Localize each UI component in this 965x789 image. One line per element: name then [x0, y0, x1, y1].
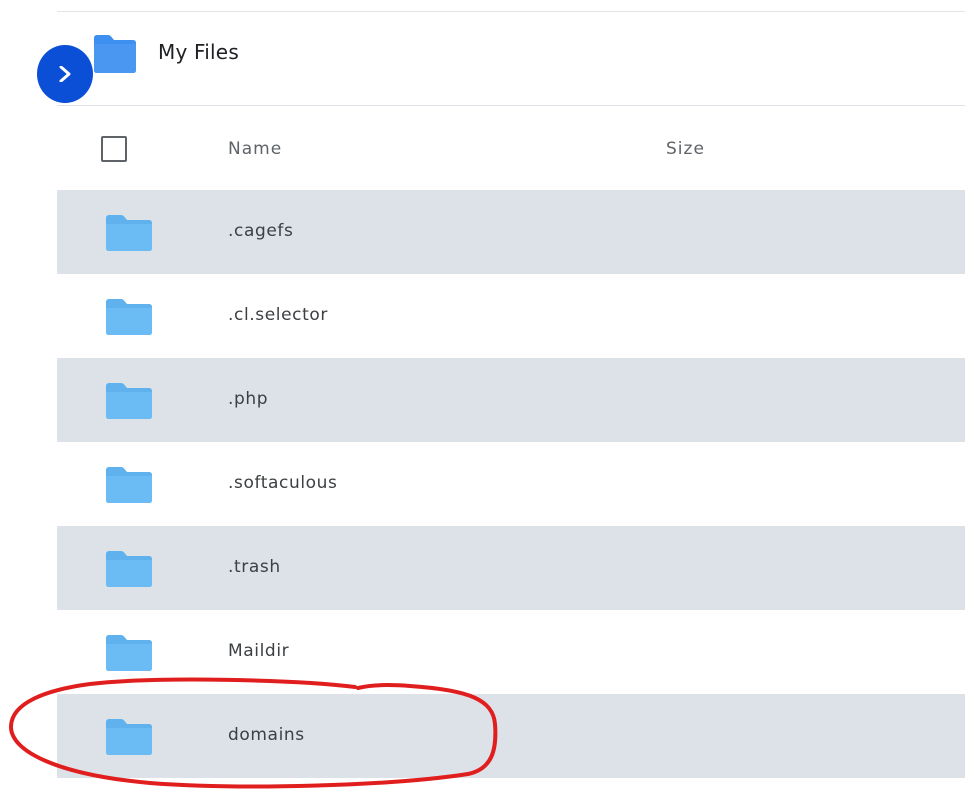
file-name[interactable]: .softaculous: [228, 473, 338, 493]
folder-icon: [104, 634, 154, 672]
table-row[interactable]: .trash: [57, 526, 965, 610]
table-row[interactable]: .cagefs: [57, 190, 965, 274]
page-title: My Files: [158, 40, 239, 64]
table-row[interactable]: .php: [57, 358, 965, 442]
file-name[interactable]: .trash: [228, 557, 281, 577]
file-name[interactable]: domains: [228, 725, 305, 745]
column-header-size[interactable]: Size: [666, 139, 705, 159]
file-name[interactable]: .cagefs: [228, 221, 293, 241]
file-manager-header: My Files: [57, 12, 965, 105]
folder-icon: [104, 550, 154, 588]
table-header: Name Size: [57, 106, 965, 190]
file-name[interactable]: .cl.selector: [228, 305, 328, 325]
table-row[interactable]: domains: [57, 694, 965, 778]
folder-icon: [104, 214, 154, 252]
table-row[interactable]: .cl.selector: [57, 274, 965, 358]
file-name[interactable]: Maildir: [228, 641, 289, 661]
folder-icon: [91, 34, 139, 74]
folder-icon: [104, 466, 154, 504]
folder-icon: [104, 298, 154, 336]
select-all-checkbox[interactable]: [101, 136, 127, 162]
chevron-right-icon: [59, 66, 71, 82]
sidebar-toggle-button[interactable]: [37, 45, 93, 103]
file-name[interactable]: .php: [228, 389, 268, 409]
folder-icon: [104, 718, 154, 756]
column-header-name[interactable]: Name: [228, 139, 282, 159]
table-row[interactable]: Maildir: [57, 610, 965, 694]
file-manager: My Files Name Size .cagefs .cl.selector: [0, 0, 965, 789]
table-row[interactable]: .softaculous: [57, 442, 965, 526]
folder-icon: [104, 382, 154, 420]
file-list: .cagefs .cl.selector .php .softaculous .…: [57, 190, 965, 778]
